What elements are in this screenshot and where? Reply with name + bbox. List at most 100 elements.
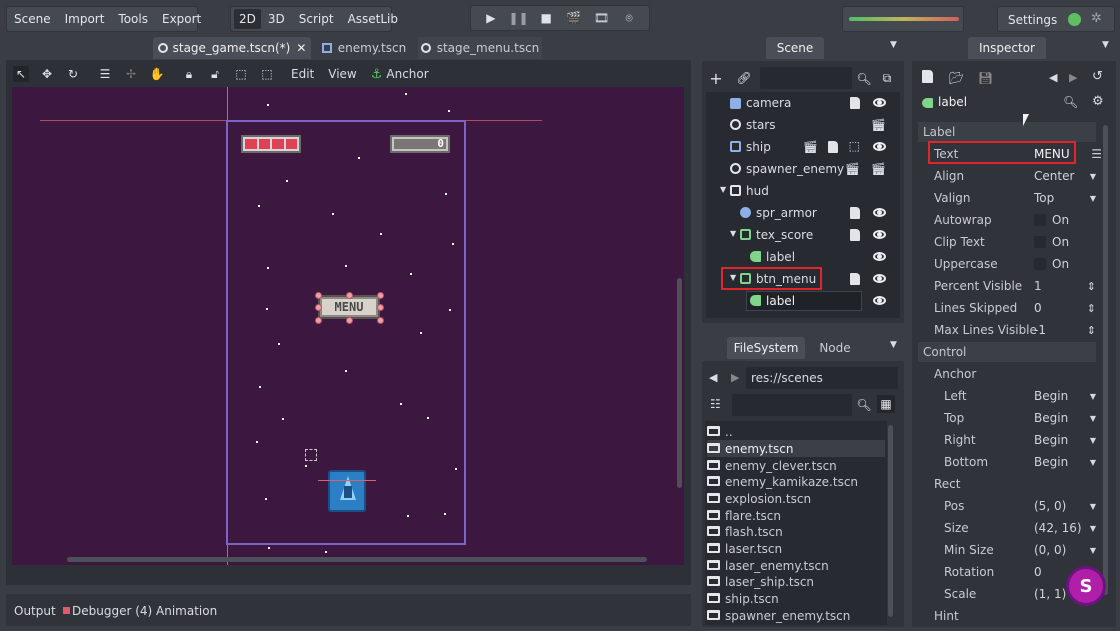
collapse-arrow-icon[interactable]: ▼ [730,229,736,238]
prop-value[interactable]: Begin [1034,389,1068,403]
tree-row-camera[interactable]: camera [706,92,900,114]
back-arrow-icon[interactable]: ◀ [709,371,717,384]
script-icon[interactable] [850,229,860,241]
anchor-icon[interactable]: ⚓ [371,67,383,82]
prop-pos[interactable]: Pos (5, 0) ▼ [918,495,1100,517]
output-tab[interactable]: Output [14,604,56,618]
prop-lines-skipped[interactable]: Lines Skipped 0 ⇕ [918,297,1100,319]
eye-icon[interactable] [873,142,886,151]
checkbox[interactable] [1034,214,1046,226]
checkbox[interactable] [1034,236,1046,248]
remote-debug-icon[interactable]: ⌾ [621,10,637,26]
prop-top[interactable]: Top Begin ▼ [918,407,1100,429]
gear-icon[interactable]: ✲ [1091,11,1102,26]
prop-value[interactable]: Begin [1034,455,1068,469]
pan-tool-icon[interactable]: ✋ [149,66,165,82]
eye-icon[interactable] [873,296,886,305]
file-filter-input[interactable] [732,394,852,416]
play-icon[interactable]: ▶ [483,10,499,26]
menu-export[interactable]: Export [155,12,208,26]
view-menu[interactable]: View [328,67,356,81]
grid-view-icon[interactable]: ▦ [877,395,895,413]
anchor-menu[interactable]: Anchor [386,67,428,81]
prop-value[interactable]: (0, 0) [1034,543,1066,557]
tree-row-spawner-enemy[interactable]: spawner_enemy 🎬︎ 🎬︎ [706,158,900,180]
dropdown-arrow-icon[interactable]: ▼ [1090,502,1096,511]
prop-size[interactable]: Size (42, 16) ▼ [918,517,1100,539]
ungroup-icon[interactable]: ⬚ [259,66,275,82]
pause-icon[interactable]: ❚❚ [508,10,528,26]
prop-bottom[interactable]: Bottom Begin ▼ [918,451,1100,473]
gear-icon[interactable]: ⚙ [1092,94,1104,109]
search-icon[interactable]: 🔍︎ [856,397,872,413]
workspace-3d[interactable]: 3D [261,12,292,26]
prop-value[interactable]: Center [1034,169,1074,183]
selection-handle[interactable] [315,317,322,324]
dock-menu-icon[interactable]: ▼ [890,40,897,50]
selection-handle[interactable] [315,304,322,311]
subsection-rect[interactable]: Rect [918,473,1100,495]
prop-value[interactable]: 1 [1034,279,1042,293]
dock-menu-icon[interactable]: ▼ [890,340,897,350]
search-icon[interactable]: 🔍︎ [856,71,872,87]
menu-import[interactable]: Import [58,12,112,26]
add-node-icon[interactable]: + [708,69,724,88]
tree-row-stars[interactable]: stars 🎬︎ [706,114,900,136]
eye-icon[interactable] [873,274,886,283]
prop-value[interactable]: (5, 0) [1034,499,1066,513]
script-icon[interactable] [850,97,860,109]
group-icon[interactable]: ⬚ [233,66,249,82]
prop-value[interactable]: 0 [1034,301,1042,315]
lock-icon[interactable]: 🔒︎ [181,66,197,82]
workspace-2d[interactable]: 2D [234,9,261,29]
select-tool-icon[interactable]: ↖ [13,66,29,82]
prop-value[interactable]: (42, 16) [1034,521,1082,535]
tree-row-label-selected[interactable]: label [706,290,900,312]
tab-enemy[interactable]: enemy.tscn [314,37,414,59]
canvas-h-scrollbar[interactable] [67,557,647,562]
viewport-canvas[interactable]: 0 MENU [12,87,684,565]
canvas-v-scrollbar[interactable] [677,278,682,488]
prop-value[interactable]: Top [1034,191,1054,205]
file-row-laser[interactable]: laser.tscn [707,540,885,557]
instance-scene-icon[interactable]: ⧉ [879,70,895,86]
file-row-enemy-clever[interactable]: enemy_clever.tscn [707,457,885,474]
file-row-ship[interactable]: ship.tscn [707,590,885,607]
filesystem-tab[interactable]: FileSystem [727,337,805,359]
dropdown-arrow-icon[interactable]: ▼ [1090,546,1096,555]
prop-value[interactable]: 0 [1034,565,1042,579]
subsection-hint[interactable]: Hint [918,605,1100,627]
tree-row-label[interactable]: label [706,246,900,268]
scene-tab[interactable]: Scene [766,37,824,59]
script-icon[interactable] [828,141,838,153]
dropdown-arrow-icon[interactable]: ▼ [1090,392,1096,401]
file-row-spawner-enemy[interactable]: spawner_enemy.tscn [707,607,885,624]
file-row-up[interactable]: .. [707,423,885,440]
tree-row-ship[interactable]: ship 🎬︎ ⬚ [706,136,900,158]
list-select-icon[interactable]: ☰ [97,66,113,82]
multiline-edit-icon[interactable]: ☰ [1091,147,1102,161]
prop-max-lines-visible[interactable]: Max Lines Visible -1 ⇕ [918,319,1100,341]
instance-icon[interactable]: 🎬︎ [845,162,860,176]
close-icon[interactable]: ✕ [296,41,306,55]
forward-arrow-icon[interactable]: ▶ [731,371,739,384]
prop-value[interactable]: (1, 1) [1034,587,1066,601]
selection-handle[interactable] [377,304,384,311]
debugger-tab[interactable]: Debugger (4) [72,604,152,618]
unlock-icon[interactable]: 🔓︎ [207,66,223,82]
prop-value[interactable]: Begin [1034,433,1068,447]
file-row-laser-ship[interactable]: laser_ship.tscn [707,573,885,590]
tree-row-hud[interactable]: ▼ hud [706,180,900,202]
path-field[interactable]: res://scenes [746,367,898,389]
prop-min-size[interactable]: Min Size (0, 0) ▼ [918,539,1100,561]
file-row-laser-enemy[interactable]: laser_enemy.tscn [707,557,885,574]
move-tool-icon[interactable]: ✥ [39,66,55,82]
menu-tools[interactable]: Tools [111,12,155,26]
eye-icon[interactable] [873,252,886,261]
dropdown-arrow-icon[interactable]: ▼ [1090,414,1096,423]
section-label[interactable]: Label [918,122,1096,142]
script-icon[interactable] [850,207,860,219]
eye-icon[interactable] [873,230,886,239]
tree-row-spr-armor[interactable]: spr_armor [706,202,900,224]
spinner-icon[interactable]: ⇕ [1087,324,1096,337]
